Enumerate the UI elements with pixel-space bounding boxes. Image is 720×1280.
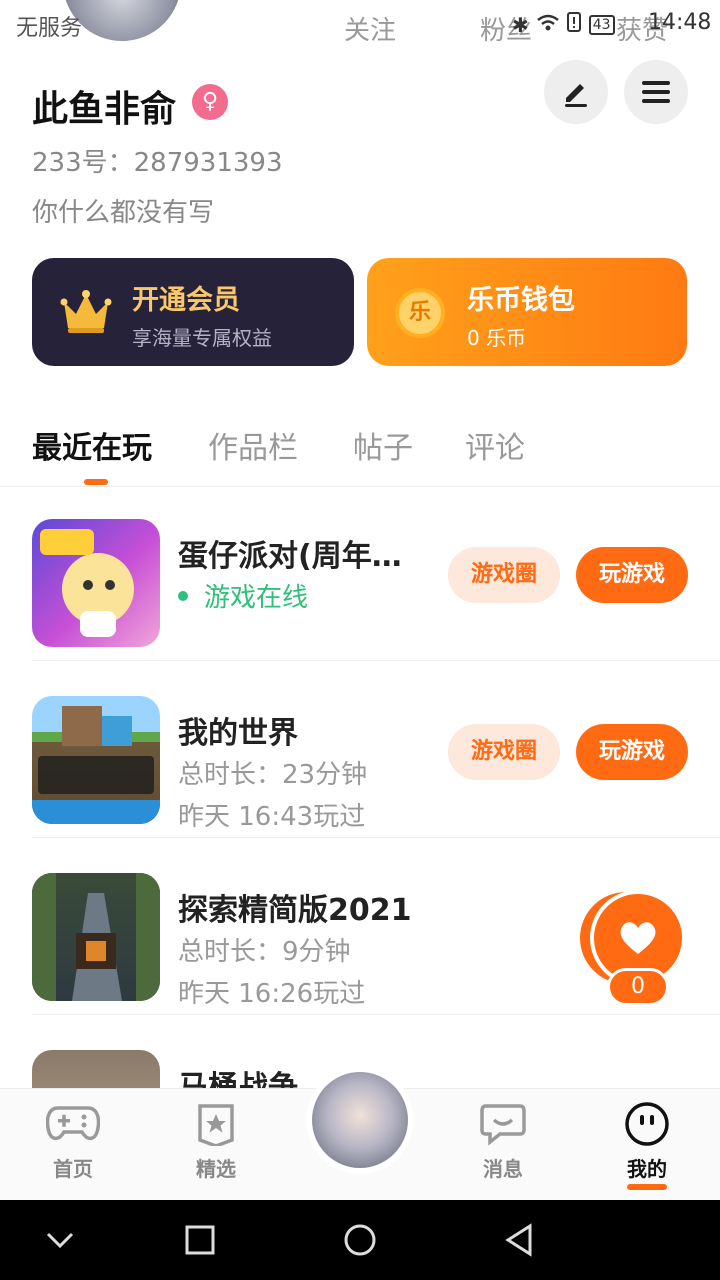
battery-icon: 43	[588, 14, 615, 35]
like-count: 0	[607, 968, 669, 1006]
game-title: 探索精简版2021	[178, 893, 412, 928]
carrier-text: 无服务	[16, 16, 83, 41]
bluetooth-icon: ✱	[512, 12, 529, 37]
game-thumbnail[interactable]	[32, 873, 160, 1001]
home-button[interactable]	[342, 1222, 378, 1258]
coin-text: 乐	[395, 288, 445, 338]
nav-messages[interactable]: 消息	[453, 1099, 553, 1182]
wifi-icon	[536, 13, 559, 37]
play-game-button[interactable]: 玩游戏	[576, 724, 688, 780]
status-icons: ✱ 43	[512, 12, 615, 37]
user-id: 233号：287931393	[32, 148, 283, 178]
nav-indicator	[627, 1184, 667, 1190]
game-duration: 总时长：23分钟	[178, 760, 368, 790]
nav-home-label: 首页	[53, 1157, 93, 1181]
menu-button[interactable]	[624, 60, 688, 124]
back-button[interactable]	[502, 1222, 538, 1258]
chat-icon	[475, 1099, 531, 1149]
edit-profile-button[interactable]	[544, 60, 608, 124]
chevron-down-icon[interactable]	[42, 1222, 78, 1258]
game-last-played: 昨天 16:43玩过	[178, 802, 366, 832]
pencil-icon	[565, 84, 587, 107]
wallet-title: 乐币钱包	[467, 285, 575, 316]
nav-messages-label: 消息	[483, 1157, 523, 1181]
row-divider	[32, 1014, 720, 1015]
vip-card[interactable]: 开通会员 享海量专属权益	[32, 258, 354, 366]
row-divider	[32, 660, 720, 661]
coin-icon: 乐	[395, 288, 447, 338]
user-bio: 你什么都没有写	[32, 198, 215, 228]
wallet-card[interactable]: 乐 乐币钱包 0 乐币	[367, 258, 687, 366]
tab-recent[interactable]: 最近在玩	[32, 423, 152, 467]
game-thumbnail[interactable]	[32, 696, 160, 824]
play-game-button[interactable]: 玩游戏	[576, 547, 688, 603]
game-title: 蛋仔派对(周年…	[178, 539, 402, 574]
game-last-played: 昨天 16:26玩过	[178, 979, 366, 1009]
game-circle-button[interactable]: 游戏圈	[448, 724, 560, 780]
vip-subtitle: 享海量专属权益	[132, 326, 272, 350]
center-avatar-button[interactable]	[306, 1066, 414, 1174]
game-duration: 总时长：9分钟	[178, 937, 351, 967]
nav-mine-label: 我的	[627, 1157, 667, 1181]
clock: 14:48	[648, 10, 712, 35]
tab-posts[interactable]: 帖子	[353, 423, 413, 467]
game-title: 我的世界	[178, 716, 298, 751]
recents-button[interactable]	[182, 1222, 218, 1258]
gamepad-icon	[45, 1099, 101, 1149]
game-online-status: 游戏在线	[178, 577, 308, 614]
nav-featured[interactable]: 精选	[166, 1099, 266, 1182]
vip-title: 开通会员	[132, 285, 240, 316]
online-dot	[178, 590, 188, 601]
nav-home[interactable]: 首页	[23, 1099, 123, 1182]
tab-comments[interactable]: 评论	[465, 423, 525, 467]
wallet-balance: 0 乐币	[467, 326, 527, 350]
face-icon	[619, 1099, 675, 1149]
status-bar: 无服务 关注 粉丝 获赞 ✱ 43 14:48	[0, 0, 720, 50]
game-circle-button[interactable]: 游戏圈	[448, 547, 560, 603]
crown-icon	[60, 288, 112, 336]
content-tabs: 最近在玩 作品栏 帖子 评论	[0, 415, 720, 487]
game-thumbnail[interactable]	[32, 519, 160, 647]
tab-works[interactable]: 作品栏	[208, 423, 298, 467]
avatar	[312, 1072, 408, 1168]
game-row[interactable]: 蛋仔派对(周年… 游戏在线 游戏圈 玩游戏	[32, 485, 720, 661]
system-nav-bar	[0, 1200, 720, 1280]
star-icon	[188, 1099, 244, 1149]
follow-tab[interactable]: 关注	[344, 10, 396, 47]
heart-icon	[620, 922, 656, 954]
menu-icon	[642, 81, 670, 103]
nav-mine[interactable]: 我的	[597, 1099, 697, 1190]
profile-name: 此鱼非俞	[32, 89, 177, 130]
nav-featured-label: 精选	[196, 1157, 236, 1181]
alert-icon	[566, 12, 581, 37]
game-row[interactable]: 我的世界 总时长：23分钟 昨天 16:43玩过 游戏圈 玩游戏	[32, 662, 720, 838]
row-divider	[32, 837, 720, 838]
online-status-text: 游戏在线	[204, 583, 309, 613]
female-gender-icon: ♀	[192, 84, 228, 120]
